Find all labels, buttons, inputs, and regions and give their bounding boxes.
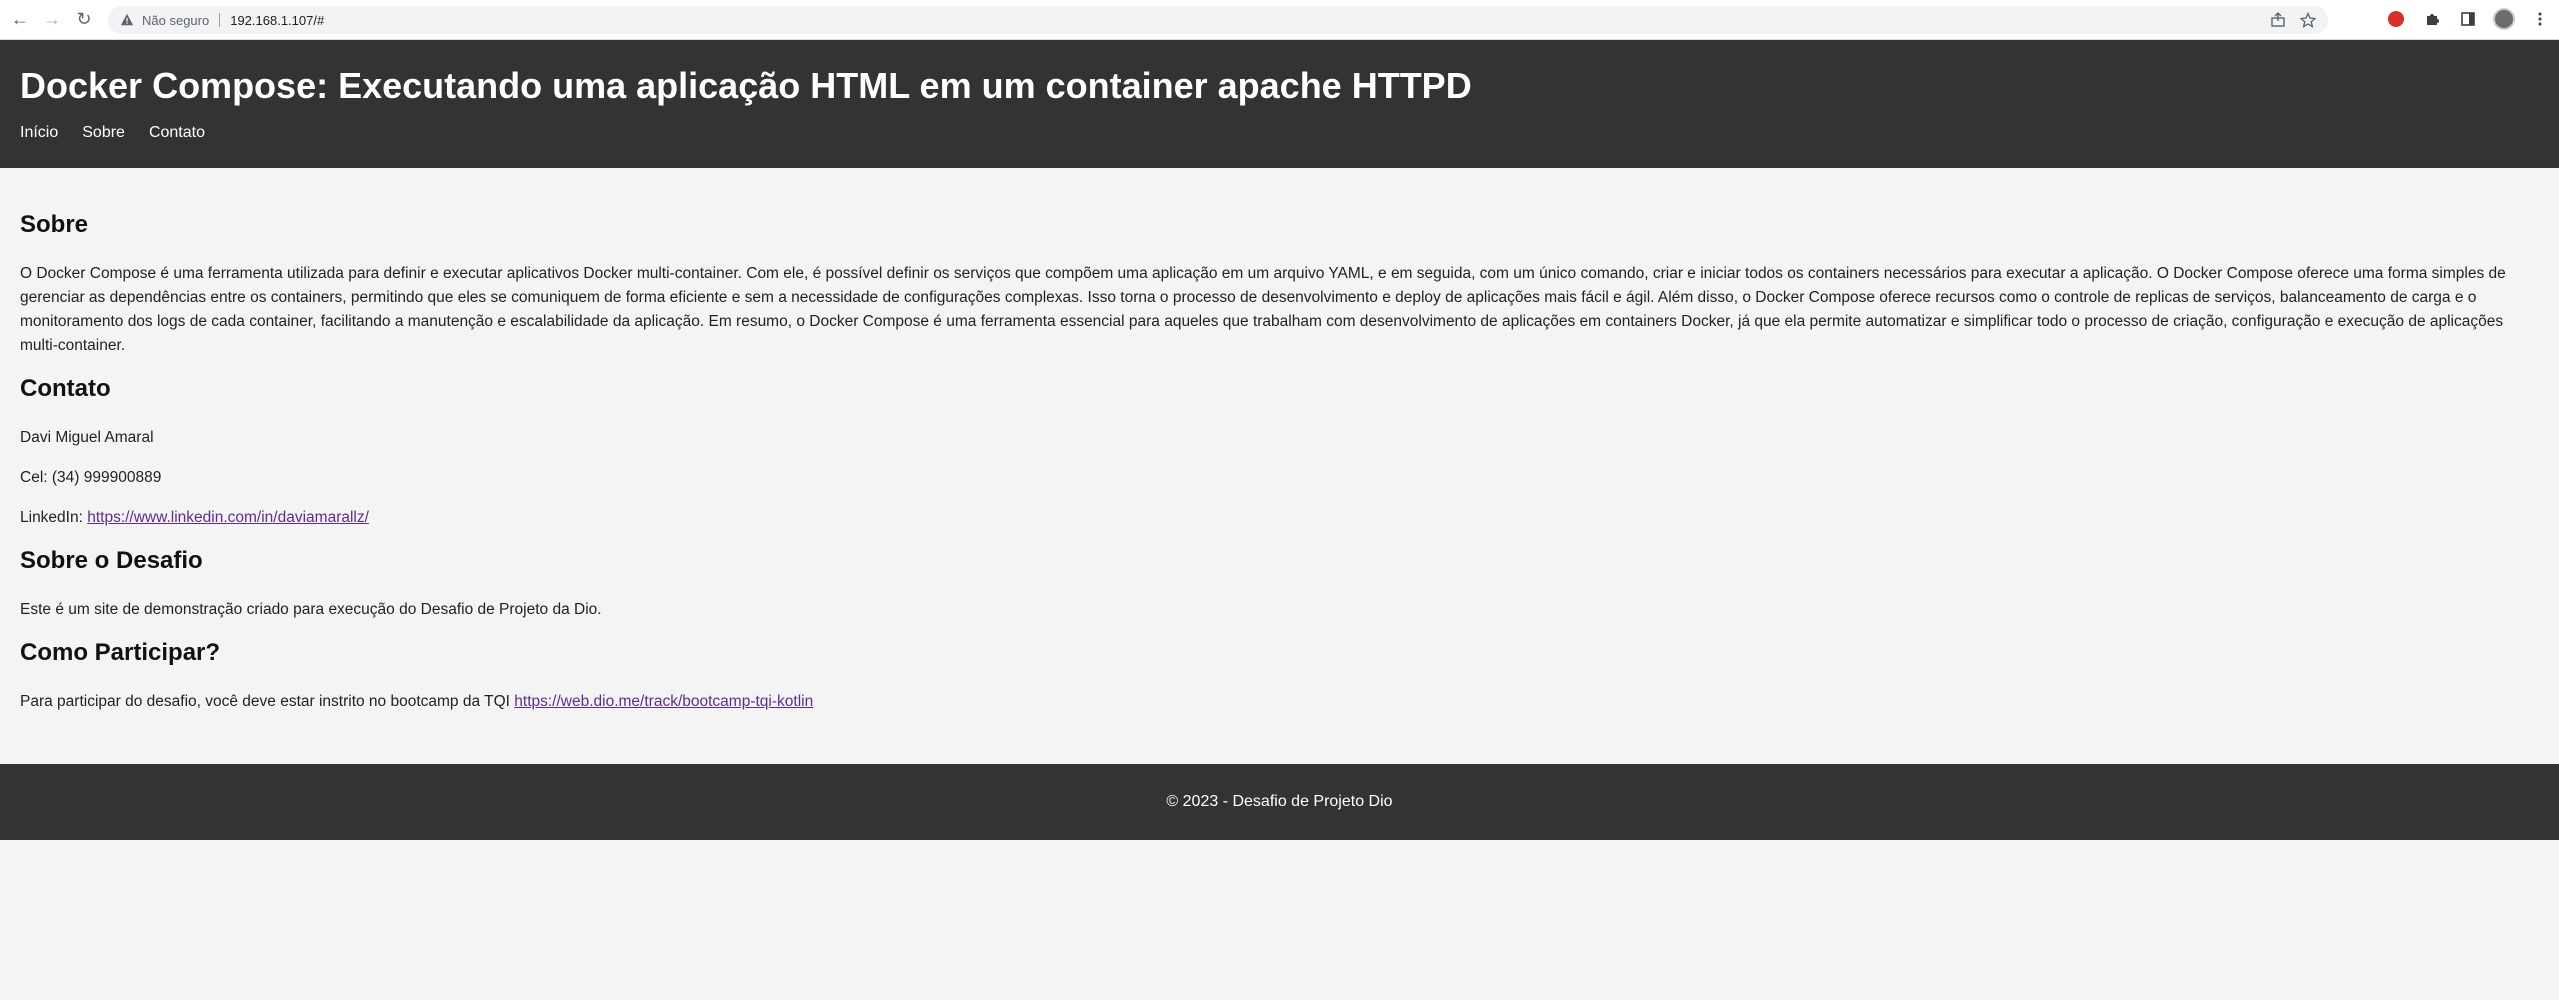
participar-paragraph: Para participar do desafio, você deve es… <box>20 690 2539 714</box>
nav-link-inicio[interactable]: Início <box>20 124 58 142</box>
contato-heading: Contato <box>20 375 111 402</box>
chrome-menu-button[interactable] <box>2529 8 2551 30</box>
not-secure-label[interactable]: Não seguro <box>142 13 209 28</box>
warning-icon <box>120 13 134 26</box>
extension-button[interactable] <box>2385 8 2407 30</box>
bookmark-star-icon[interactable] <box>2300 12 2316 28</box>
bootcamp-link[interactable]: https://web.dio.me/track/bootcamp-tqi-ko… <box>514 693 813 710</box>
nav-link-contato[interactable]: Contato <box>149 124 205 142</box>
back-arrow-icon: ← <box>11 9 29 29</box>
side-panel-button[interactable] <box>2457 8 2479 30</box>
contato-section: Contato Davi Miguel Amaral Cel: (34) 999… <box>20 374 2539 530</box>
site-header: Docker Compose: Executando uma aplicação… <box>0 40 2559 168</box>
reload-button[interactable]: ↻ <box>72 8 96 32</box>
linkedin-link[interactable]: https://www.linkedin.com/in/daviamarallz… <box>87 509 369 526</box>
main-content: Sobre O Docker Compose é uma ferramenta … <box>20 210 2539 730</box>
participar-heading: Como Participar? <box>20 639 221 666</box>
contact-phone: Cel: (34) 999900889 <box>20 469 162 486</box>
address-bar[interactable]: Não seguro 192.168.1.107/# <box>108 6 2328 34</box>
profile-avatar[interactable] <box>2493 8 2515 30</box>
kebab-menu-icon <box>2538 12 2542 26</box>
red-extension-icon <box>2388 11 2404 27</box>
site-footer: © 2023 - Desafio de Projeto Dio <box>0 764 2559 840</box>
browser-toolbar: ← → ↻ Não seguro 192.168.1.107/# <box>0 0 2559 40</box>
desafio-heading: Sobre o Desafio <box>20 547 203 574</box>
reload-icon: ↻ <box>76 9 92 29</box>
share-icon[interactable] <box>2270 12 2286 28</box>
page-title: Docker Compose: Executando uma aplicação… <box>20 65 1472 106</box>
extensions-area <box>2385 8 2551 30</box>
forward-arrow-icon: → <box>43 9 61 29</box>
omnibox-separator <box>219 13 221 27</box>
back-button[interactable]: ← <box>8 8 32 32</box>
desafio-text: Este é um site de demonstração criado pa… <box>20 601 602 618</box>
nav-link-sobre[interactable]: Sobre <box>82 124 125 142</box>
footer-copyright: © 2023 - Desafio de Projeto Dio <box>1166 793 1393 810</box>
sobre-section: Sobre O Docker Compose é uma ferramenta … <box>20 210 2539 358</box>
sobre-text: O Docker Compose é uma ferramenta utiliz… <box>20 265 2506 354</box>
puzzle-icon <box>2427 14 2439 25</box>
linkedin-label: LinkedIn: <box>20 509 88 526</box>
extensions-menu-button[interactable] <box>2421 8 2443 30</box>
participar-text: Para participar do desafio, você deve es… <box>20 693 515 710</box>
forward-button[interactable]: → <box>40 8 64 32</box>
omnibox-actions <box>2270 12 2316 28</box>
sobre-heading: Sobre <box>20 211 89 238</box>
site-nav: Início Sobre Contato <box>20 124 2559 142</box>
participar-section: Como Participar? Para participar do desa… <box>20 638 2539 714</box>
url-text[interactable]: 192.168.1.107/# <box>230 13 324 28</box>
side-panel-icon <box>2461 12 2475 26</box>
desafio-section: Sobre o Desafio Este é um site de demons… <box>20 546 2539 622</box>
contact-linkedin: LinkedIn: https://www.linkedin.com/in/da… <box>20 506 2539 530</box>
contact-name: Davi Miguel Amaral <box>20 429 154 446</box>
